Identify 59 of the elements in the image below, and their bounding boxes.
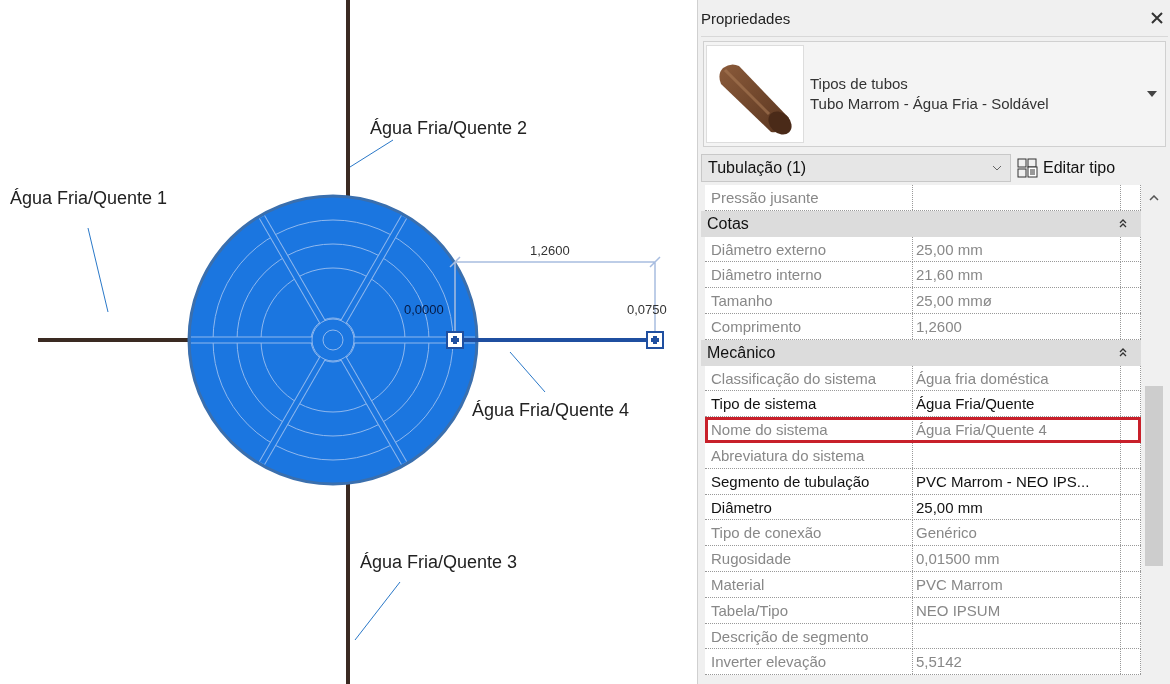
panel-title: Propriedades <box>701 9 791 27</box>
grip-handle[interactable] <box>446 331 464 349</box>
property-label: Inverter elevação <box>705 649 913 675</box>
leader-line <box>509 351 546 393</box>
leader-line <box>354 581 401 641</box>
pipe-tag[interactable]: Água Fria/Quente 1 <box>10 188 168 208</box>
property-value[interactable]: Água Fria/Quente <box>913 391 1121 417</box>
property-label: Nome do sistema <box>705 417 913 443</box>
leader-line <box>349 139 394 168</box>
property-value[interactable]: NEO IPSUM <box>913 597 1121 623</box>
chevron-down-icon <box>992 165 1002 171</box>
offset-value[interactable]: 0,0750 <box>627 302 667 317</box>
scroll-up-icon[interactable] <box>1149 195 1159 201</box>
type-family: Tipos de tubos <box>810 74 909 94</box>
property-label: Tabela/Tipo <box>705 597 913 623</box>
property-label: Pressão jusante <box>705 185 913 210</box>
pipe-tag[interactable]: Água Fria/Quente 2 <box>370 118 528 138</box>
collapse-icon[interactable] <box>1119 348 1127 358</box>
property-value[interactable]: 21,60 mm <box>913 262 1121 288</box>
property-value[interactable]: 25,00 mm <box>913 236 1121 262</box>
property-label: Abreviatura do sistema <box>705 442 913 468</box>
property-label: Tamanho <box>705 288 913 314</box>
property-label: Rugosidade <box>705 546 913 572</box>
property-label: Diâmetro interno <box>705 262 913 288</box>
property-value[interactable]: Água fria doméstica <box>913 365 1121 391</box>
edit-type-button[interactable]: Editar tipo <box>1011 158 1118 178</box>
property-label: Classificação do sistema <box>705 365 913 391</box>
property-value[interactable]: Água Fria/Quente 4 <box>913 417 1121 443</box>
type-selector[interactable]: Tipos de tubos Tubo Marrom - Água Fria - Soldável <box>703 41 1166 147</box>
property-value[interactable]: 1,2600 <box>913 314 1121 339</box>
close-icon[interactable] <box>1150 11 1164 25</box>
property-label: Descrição de segmento <box>705 623 913 649</box>
pipe-tag[interactable]: Água Fria/Quente 4 <box>472 400 630 420</box>
property-label: Tipo de conexão <box>705 520 913 546</box>
property-label: Segmento de tubulação <box>705 468 913 494</box>
property-label: Diâmetro <box>705 494 913 520</box>
edit-type-icon <box>1017 158 1039 178</box>
property-value[interactable]: Genérico <box>913 520 1121 546</box>
grip-handle[interactable] <box>646 331 664 349</box>
collapse-icon[interactable] <box>1119 219 1127 229</box>
property-value[interactable]: 5,5142 <box>913 649 1121 675</box>
group-header[interactable]: Mecânico <box>701 339 1141 366</box>
property-label: Tipo de sistema <box>705 391 913 417</box>
scrollbar-thumb[interactable] <box>1145 386 1163 566</box>
property-label: Diâmetro externo <box>705 236 913 262</box>
dropdown-icon[interactable] <box>1147 91 1157 97</box>
dimension-value[interactable]: 1,2600 <box>530 243 570 258</box>
group-header[interactable]: Cotas <box>701 210 1141 237</box>
pipe-tag[interactable]: Água Fria/Quente 3 <box>360 552 518 572</box>
property-value[interactable]: 0,01500 mm <box>913 546 1121 572</box>
property-value[interactable]: 25,00 mm <box>913 494 1121 520</box>
property-value[interactable]: PVC Marrom <box>913 571 1121 597</box>
type-name: Tubo Marrom - Água Fria - Soldável <box>810 94 1050 114</box>
property-label: Comprimento <box>705 314 913 339</box>
property-label: Material <box>705 571 913 597</box>
property-value[interactable]: 25,00 mmø <box>913 288 1121 314</box>
offset-value[interactable]: 0,0000 <box>404 302 444 317</box>
property-value[interactable]: PVC Marrom - NEO IPS... <box>913 468 1121 494</box>
instance-filter-dropdown[interactable]: Tubulação (1) <box>701 154 1011 182</box>
